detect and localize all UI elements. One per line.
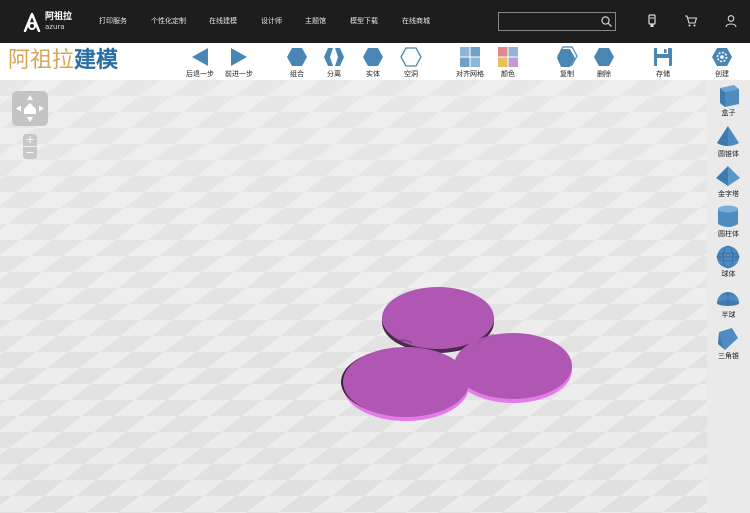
cylinder-icon <box>718 205 738 227</box>
color-palette-icon <box>498 47 518 67</box>
nav-item-designer[interactable]: 设计师 <box>261 16 282 26</box>
shape-hemisphere[interactable]: 半球 <box>707 285 750 325</box>
solid-label: 实体 <box>366 70 380 78</box>
user-icon[interactable] <box>724 14 738 28</box>
copy-button[interactable]: 复制 <box>547 44 587 80</box>
group-button[interactable]: 组合 <box>277 44 317 80</box>
brand-logo-mark <box>23 12 41 32</box>
brand-name-en: azura <box>45 23 65 31</box>
search-icon[interactable] <box>600 15 613 28</box>
nav-item-online-mall[interactable]: 在线商城 <box>402 16 430 26</box>
group-hexagon-icon <box>287 48 307 66</box>
cart-icon[interactable] <box>684 14 698 28</box>
create-gear-icon <box>712 48 732 66</box>
redo-label: 前进一步 <box>225 70 253 78</box>
orbit-arrows-icon <box>16 95 44 122</box>
shape-sphere-label: 球体 <box>721 270 736 278</box>
shape-pyramid-label: 金字塔 <box>718 190 739 198</box>
save-label: 存储 <box>656 70 670 78</box>
shape-box[interactable]: 盒子 <box>707 83 750 123</box>
delete-button[interactable]: 删除 <box>584 44 624 80</box>
ungroup-button[interactable]: 分离 <box>314 44 354 80</box>
app-title-brand: 阿祖拉 <box>8 48 75 73</box>
group-label: 组合 <box>290 70 304 78</box>
align-grid-button[interactable]: 对齐网格 <box>450 44 490 80</box>
nav-item-print-service[interactable]: 打印服务 <box>99 16 127 26</box>
create-button[interactable]: 创建 <box>702 44 742 80</box>
search-input[interactable] <box>503 15 593 28</box>
shape-cone[interactable]: 圆锥体 <box>707 124 750 164</box>
hole-button[interactable]: 空洞 <box>391 44 431 80</box>
undo-arrow-icon <box>192 48 208 66</box>
sphere-icon <box>716 245 740 269</box>
nav-item-theme-hall[interactable]: 主题馆 <box>305 16 326 26</box>
brand-logo[interactable]: 阿祖拉 azura <box>22 11 74 33</box>
app-title-modeling: 建模 <box>74 48 119 73</box>
shape-cylinder-label: 圆柱体 <box>718 230 739 238</box>
redo-button[interactable]: 前进一步 <box>219 44 259 80</box>
align-grid-label: 对齐网格 <box>456 70 484 78</box>
shape-sphere[interactable]: 球体 <box>707 244 750 284</box>
undo-button[interactable]: 后退一步 <box>180 44 220 80</box>
save-button[interactable]: 存储 <box>643 44 683 80</box>
solid-button[interactable]: 实体 <box>353 44 393 80</box>
hole-label: 空洞 <box>404 70 418 78</box>
shape-cylinder[interactable]: 圆柱体 <box>707 204 750 244</box>
workplane-floor[interactable] <box>0 80 750 513</box>
shape-hemisphere-label: 半球 <box>721 311 736 319</box>
shapes-panel: 盒子 圆锥体 金字塔 圆柱体 球体 半球 三角锥 <box>707 80 750 513</box>
top-nav-bar: 阿祖拉 azura 打印服务 个性化定制 在线建模 设计师 主题馆 模型下载 在… <box>0 0 750 43</box>
view-orbit-control[interactable] <box>12 91 48 126</box>
app-title: 阿祖拉建模 <box>8 47 118 75</box>
shape-pyramid[interactable]: 金字塔 <box>707 164 750 204</box>
delete-label: 删除 <box>597 70 611 78</box>
delete-hexagon-icon <box>594 48 614 66</box>
nav-item-online-modeling[interactable]: 在线建模 <box>209 16 237 26</box>
redo-arrow-icon <box>231 48 247 66</box>
zoom-in-button[interactable]: + <box>23 134 37 146</box>
cone-icon <box>717 126 739 146</box>
save-disk-icon <box>654 48 672 66</box>
box-icon <box>720 85 739 107</box>
triangular-pyramid-icon <box>718 328 738 350</box>
hole-hexagon-icon <box>400 47 422 67</box>
usb-icon[interactable] <box>645 14 659 28</box>
align-grid-icon <box>460 47 480 67</box>
color-button[interactable]: 颜色 <box>488 44 528 80</box>
color-label: 颜色 <box>501 70 515 78</box>
undo-label: 后退一步 <box>186 70 214 78</box>
copy-label: 复制 <box>560 70 574 78</box>
solid-hexagon-icon <box>363 48 383 66</box>
pyramid-icon <box>716 166 740 186</box>
create-label: 创建 <box>715 70 729 78</box>
modeling-toolbar: 阿祖拉建模 后退一步 前进一步 组合 分离 实体 空洞 对齐网格 颜色 复制 删… <box>0 43 750 80</box>
brand-name-cn: 阿祖拉 <box>45 12 73 22</box>
shape-triangular-pyramid-label: 三角锥 <box>718 352 739 360</box>
nav-item-customization[interactable]: 个性化定制 <box>151 16 186 26</box>
ungroup-hexagon-icon <box>324 48 344 66</box>
zoom-out-button[interactable]: − <box>23 147 37 159</box>
3d-viewport[interactable] <box>0 80 750 513</box>
copy-hexagon-icon <box>557 46 578 67</box>
nav-item-model-download[interactable]: 模型下载 <box>350 16 378 26</box>
shape-cone-label: 圆锥体 <box>718 150 739 158</box>
search-box <box>498 12 616 31</box>
ungroup-label: 分离 <box>327 70 341 78</box>
shape-box-label: 盒子 <box>721 109 736 117</box>
shape-triangular-pyramid[interactable]: 三角锥 <box>707 326 750 366</box>
hemisphere-icon <box>717 292 739 306</box>
